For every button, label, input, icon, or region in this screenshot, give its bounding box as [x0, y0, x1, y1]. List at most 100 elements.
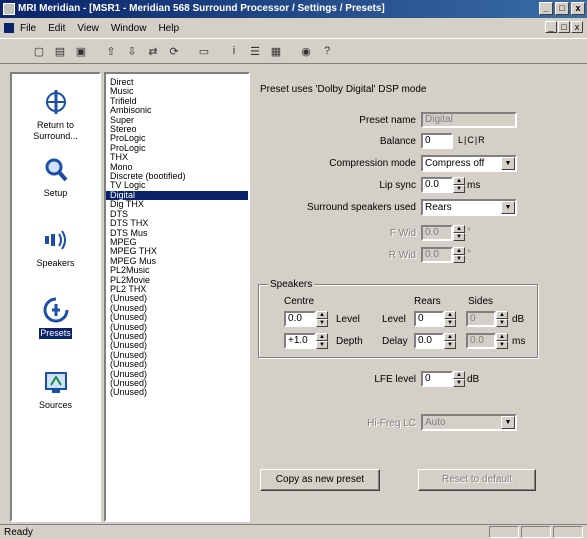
remote-icon[interactable]: ▭ [195, 42, 213, 60]
status-bar: Ready [0, 524, 587, 539]
balance-input[interactable]: 0 [421, 133, 453, 149]
upload-icon[interactable]: ⇧ [102, 42, 120, 60]
preset-settings-panel: Preset uses 'Dolby Digital' DSP mode Pre… [254, 72, 581, 522]
mdi-restore-button[interactable]: □ [558, 21, 570, 33]
lip-sync-input[interactable]: 0.0 [421, 177, 453, 193]
front-width-label: F Wid [389, 228, 416, 239]
magnifier-icon [40, 154, 72, 186]
compression-value: Compress off [425, 158, 485, 169]
lfe-unit: dB [467, 374, 480, 385]
rears-delay-input[interactable]: 0.0 [414, 333, 444, 349]
preset-list-item[interactable]: (Unused) [106, 387, 248, 397]
sides-level-spinner[interactable]: ▲ ▼ [496, 311, 508, 327]
sides-delay-spinner[interactable]: ▲ ▼ [496, 333, 508, 349]
nav-label: Sources [38, 400, 73, 410]
list-icon[interactable]: ☰ [246, 42, 264, 60]
lfe-input[interactable]: 0 [421, 371, 453, 387]
centre-depth-spinner[interactable]: ▲ ▼ [316, 333, 328, 349]
menu-file[interactable]: File [20, 23, 36, 34]
hi-freq-label: Hi-Freq LC [367, 418, 416, 429]
rear-width-input[interactable]: 0.0 [421, 247, 453, 263]
front-width-input[interactable]: 0.0 [421, 225, 453, 241]
reset-default-button[interactable]: Reset to default [418, 469, 536, 491]
sides-delay-input[interactable]: 0.0 [466, 333, 496, 349]
hi-freq-select[interactable]: Auto ▼ [421, 414, 517, 431]
lip-sync-spinner[interactable]: ▲ ▼ [453, 177, 465, 193]
nav-label: Speakers [36, 258, 75, 268]
about-icon[interactable]: ◉ [297, 42, 315, 60]
rear-width-label: R Wid [388, 250, 416, 261]
rear-width-unit: ° [467, 249, 471, 260]
sides-level-input[interactable]: 0 [466, 311, 496, 327]
compare-icon[interactable]: ⇄ [144, 42, 162, 60]
centre-level-label: Level [336, 314, 360, 325]
balance-scale[interactable]: L|C|R [458, 135, 486, 145]
level-unit: dB [512, 314, 525, 325]
grid-icon[interactable]: ▦ [267, 42, 285, 60]
rears-delay-spinner[interactable]: ▲ ▼ [444, 333, 456, 349]
rears-level-label: Level [382, 314, 406, 325]
new-icon[interactable]: ▢ [30, 42, 48, 60]
nav-label: Return to Surround... [33, 120, 78, 141]
menu-edit[interactable]: Edit [48, 23, 65, 34]
lip-sync-unit: ms [467, 180, 481, 191]
lfe-label: LFE level [374, 374, 416, 385]
rear-width-spinner[interactable]: ▲ ▼ [453, 247, 465, 263]
title-bar: MRI Meridian - [MSR1 - Meridian 568 Surr… [0, 0, 587, 18]
chevron-down-icon[interactable]: ▼ [501, 201, 515, 214]
centre-level-spinner[interactable]: ▲ ▼ [316, 311, 328, 327]
menu-view[interactable]: View [77, 23, 99, 34]
compression-select[interactable]: Compress off ▼ [421, 155, 517, 172]
nav-item-setup[interactable]: Setup [12, 154, 99, 199]
centre-depth-label: Depth [336, 336, 363, 347]
rears-level-spinner[interactable]: ▲ ▼ [444, 311, 456, 327]
surround-select[interactable]: Rears ▼ [421, 199, 517, 216]
front-width-unit: ° [467, 227, 471, 238]
status-pane [489, 526, 519, 538]
preset-list[interactable]: Direct Music Trifield Ambisonic Super Stereo P… [104, 72, 250, 522]
close-button[interactable]: x [571, 2, 585, 15]
lip-sync-label: Lip sync [379, 180, 416, 191]
centre-level-input[interactable]: 0.0 [284, 311, 316, 327]
balance-label: Balance [379, 136, 416, 147]
chevron-down-icon[interactable]: ▼ [501, 157, 515, 170]
menu-window[interactable]: Window [111, 23, 147, 34]
meridian-logo-icon [40, 86, 72, 118]
chevron-down-icon[interactable]: ▼ [501, 416, 515, 429]
document-icon[interactable] [4, 23, 14, 33]
rears-header: Rears [414, 296, 441, 307]
front-width-spinner[interactable]: ▲ ▼ [453, 225, 465, 241]
sources-icon [40, 366, 72, 398]
nav-item-speakers[interactable]: Speakers [12, 224, 99, 269]
info-icon[interactable]: i [225, 42, 243, 60]
minimize-button[interactable]: _ [539, 2, 553, 15]
nav-item-return[interactable]: Return to Surround... [12, 86, 99, 142]
nav-label: Presets [39, 328, 72, 339]
rears-level-input[interactable]: 0 [414, 311, 444, 327]
copy-preset-button[interactable]: Copy as new preset [260, 469, 380, 491]
menu-bar: File Edit View Window Help _ □ x [0, 20, 587, 36]
mdi-close-button[interactable]: x [571, 21, 583, 33]
help-icon[interactable]: ? [318, 42, 336, 60]
rears-delay-label: Delay [382, 336, 408, 347]
sync-icon[interactable]: ⟳ [165, 42, 183, 60]
nav-item-sources[interactable]: Sources [12, 366, 99, 411]
menu-help[interactable]: Help [158, 23, 179, 34]
sides-header: Sides [468, 296, 494, 307]
save-icon[interactable]: ▣ [72, 42, 90, 60]
centre-depth-input[interactable]: +1.0 [284, 333, 316, 349]
delay-unit: ms [512, 336, 526, 347]
window-title: MRI Meridian - [MSR1 - Meridian 568 Surr… [18, 3, 385, 14]
open-icon[interactable]: ▤ [51, 42, 69, 60]
surround-label: Surround speakers used [307, 202, 416, 213]
speaker-icon [40, 224, 72, 256]
maximize-button[interactable]: □ [555, 2, 569, 15]
download-icon[interactable]: ⇩ [123, 42, 141, 60]
navigation-panel: Return to Surround... Setup Speakers Pre… [10, 72, 101, 522]
speakers-group-title: Speakers [268, 279, 315, 290]
preset-name-input[interactable]: Digital [421, 112, 517, 128]
hi-freq-value: Auto [425, 417, 446, 428]
nav-item-presets[interactable]: Presets [12, 294, 99, 339]
mdi-minimize-button[interactable]: _ [545, 21, 557, 33]
lfe-spinner[interactable]: ▲ ▼ [453, 371, 465, 387]
